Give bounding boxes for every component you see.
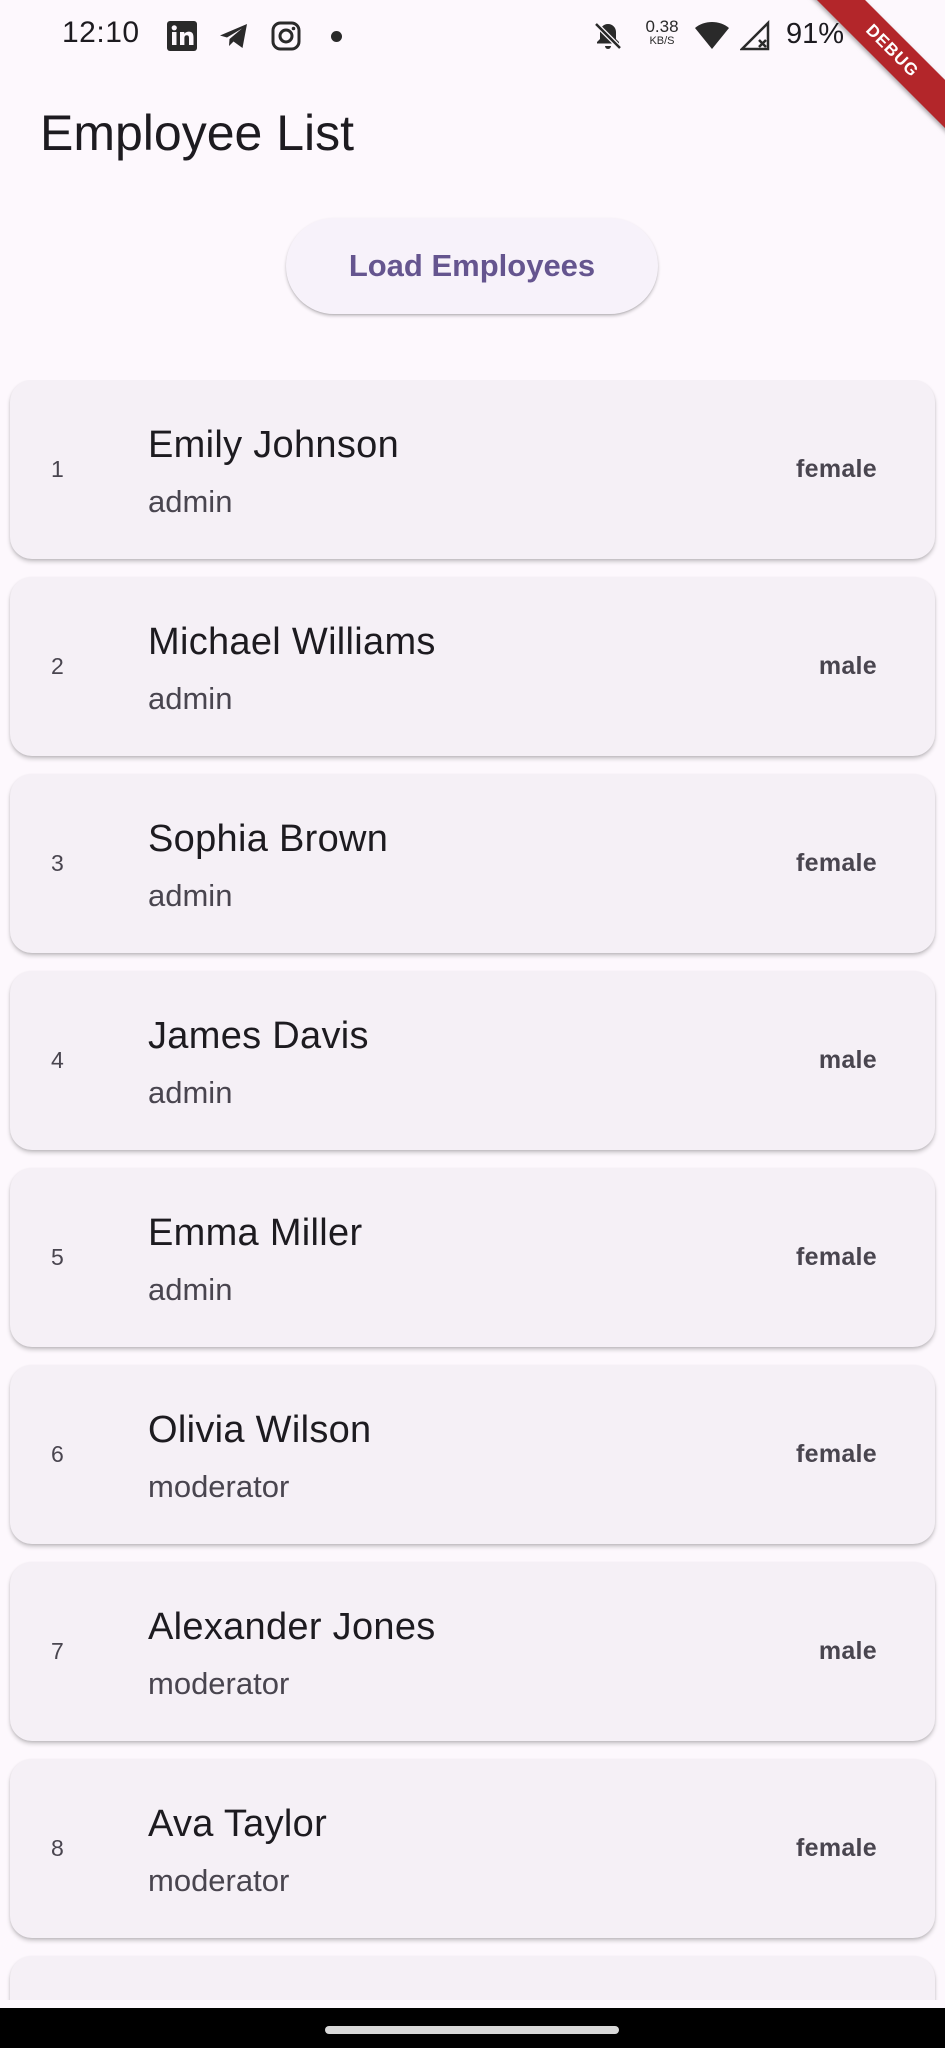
employee-role: admin — [148, 1272, 233, 1307]
no-signal-icon — [740, 20, 772, 52]
employee-role: moderator — [148, 1666, 290, 1701]
page-title: Employee List — [40, 105, 355, 161]
employee-role: admin — [148, 681, 233, 716]
network-speed-value: 0.38 — [645, 17, 679, 36]
linkedin-icon — [166, 20, 198, 52]
employee-card[interactable]: 8 Ava Taylor moderator female — [10, 1759, 935, 1938]
employee-index: 2 — [51, 653, 64, 679]
system-nav-bar — [0, 2008, 945, 2048]
employee-gender: male — [818, 652, 877, 680]
notification-dot — [331, 31, 342, 42]
employee-role: admin — [148, 1075, 233, 1110]
employee-gender: female — [795, 849, 877, 877]
employee-index: 1 — [51, 456, 64, 482]
status-time: 12:10 — [62, 16, 140, 49]
status-bar: 12:10 0.38 KB/S 91% — [0, 0, 945, 72]
employee-gender: female — [795, 455, 877, 483]
employee-index: 4 — [51, 1047, 64, 1073]
employee-index: 7 — [51, 1638, 64, 1664]
wifi-icon — [694, 20, 730, 52]
network-speed-unit: KB/S — [649, 35, 675, 47]
load-employees-button[interactable]: Load Employees — [286, 218, 658, 314]
employee-gender: female — [795, 1440, 877, 1468]
notifications-muted-icon — [592, 20, 624, 52]
telegram-icon — [218, 20, 250, 52]
employee-name: James Davis — [148, 1015, 369, 1057]
employee-card[interactable]: 3 Sophia Brown admin female — [10, 774, 935, 953]
employee-gender: male — [818, 1637, 877, 1665]
employee-card[interactable]: 7 Alexander Jones moderator male — [10, 1562, 935, 1741]
employee-card[interactable]: 5 Emma Miller admin female — [10, 1168, 935, 1347]
battery-percent: 91% — [786, 18, 845, 50]
employee-card[interactable]: 4 James Davis admin male — [10, 971, 935, 1150]
employee-name: Emily Johnson — [148, 424, 400, 466]
employee-index: 3 — [51, 850, 64, 876]
employee-index: 5 — [51, 1244, 64, 1270]
instagram-icon — [270, 20, 302, 52]
employee-card[interactable]: 1 Emily Johnson admin female — [10, 380, 935, 559]
employee-name: Michael Williams — [148, 621, 436, 663]
employee-role: admin — [148, 484, 233, 519]
employee-name: Olivia Wilson — [148, 1409, 372, 1451]
employee-name: Emma Miller — [148, 1212, 363, 1254]
employee-name: Alexander Jones — [148, 1606, 436, 1648]
employee-role: admin — [148, 878, 233, 913]
employee-card[interactable]: 6 Olivia Wilson moderator female — [10, 1365, 935, 1544]
employee-card[interactable] — [10, 1956, 935, 2000]
employee-name: Sophia Brown — [148, 818, 389, 860]
employee-index: 6 — [51, 1441, 64, 1467]
employee-role: moderator — [148, 1863, 290, 1898]
employee-gender: female — [795, 1243, 877, 1271]
network-speed: 0.38 KB/S — [640, 18, 684, 47]
employee-index: 8 — [51, 1835, 64, 1861]
employee-gender: male — [818, 1046, 877, 1074]
employee-name: Ava Taylor — [148, 1803, 328, 1845]
employee-role: moderator — [148, 1469, 290, 1504]
gesture-handle[interactable] — [325, 2026, 619, 2034]
employee-card[interactable]: 2 Michael Williams admin male — [10, 577, 935, 756]
employee-gender: female — [795, 1834, 877, 1862]
employee-list[interactable]: 1 Emily Johnson admin female 2 Michael W… — [0, 380, 945, 2000]
